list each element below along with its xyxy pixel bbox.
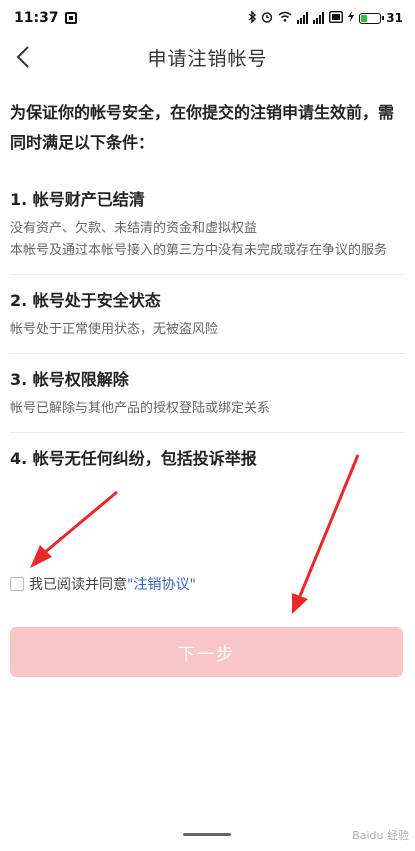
back-button[interactable] [8,42,38,72]
condition-item: 3. 帐号权限解除 帐号已解除与其他产品的授权登陆或绑定关系 [10,354,405,433]
condition-desc-line: 帐号已解除与其他产品的授权登陆或绑定关系 [10,401,271,416]
condition-title: 1. 帐号财产已结清 [10,190,145,209]
signal-icon [297,12,309,24]
home-indicator[interactable] [183,833,231,836]
condition-desc: 没有资产、欠款、未结清的资金和虚拟权益 本帐号及通过本帐号接入的第三方中没有未完… [10,218,405,262]
condition-item: 1. 帐号财产已结清 没有资产、欠款、未结清的资金和虚拟权益 本帐号及通过本帐号… [10,174,405,275]
alarm-icon [261,11,273,26]
intro-text: 为保证你的帐号安全，在你提交的注销申请生效前，需同时满足以下条件： [10,103,395,152]
wifi-icon [278,11,292,25]
condition-desc-line: 帐号处于正常使用状态，无被盗风险 [10,322,219,337]
agreement-link[interactable]: "注销协议" [127,574,196,594]
condition-title: 2. 帐号处于安全状态 [10,291,161,310]
next-step-button[interactable]: 下一步 [10,627,403,677]
watermark: Baidu 经验 [352,829,409,842]
status-time: 11:37 [14,10,59,26]
hd-icon [329,10,344,26]
condition-item: 2. 帐号处于安全状态 帐号处于正常使用状态，无被盗风险 [10,275,405,354]
content: 为保证你的帐号安全，在你提交的注销申请生效前，需同时满足以下条件： 1. 帐号财… [10,98,405,483]
agreement-row[interactable]: 我已阅读并同意 "注销协议" [10,574,196,594]
agreement-checkbox[interactable] [10,577,24,591]
condition-item: 4. 帐号无任何纠纷，包括投诉举报 [10,433,405,483]
charging-icon [348,11,355,25]
battery-percent: 31 [386,11,403,25]
battery-icon [359,12,385,24]
status-bar: 11:37 31 [0,0,415,36]
condition-desc-line: 没有资产、欠款、未结清的资金和虚拟权益 [10,221,258,236]
next-step-label: 下一步 [178,644,235,665]
chevron-left-icon [16,46,29,68]
condition-title: 3. 帐号权限解除 [10,370,129,389]
header: 申请注销帐号 [0,36,415,78]
arrow-to-checkbox [30,490,118,568]
agreement-text: 我已阅读并同意 [29,577,127,593]
condition-desc: 帐号处于正常使用状态，无被盗风险 [10,319,405,341]
signal-icon [313,12,325,24]
status-right: 31 [248,9,403,26]
status-left: 11:37 [14,10,77,26]
notification-icon [64,12,77,24]
condition-desc: 帐号已解除与其他产品的授权登陆或绑定关系 [10,398,405,420]
condition-title: 4. 帐号无任何纠纷，包括投诉举报 [10,449,257,468]
page-title: 申请注销帐号 [147,47,268,70]
condition-desc-line: 本帐号及通过本帐号接入的第三方中没有未完成或存在争议的服务 [10,243,388,258]
bluetooth-icon [248,9,257,26]
battery-fill [361,14,368,22]
